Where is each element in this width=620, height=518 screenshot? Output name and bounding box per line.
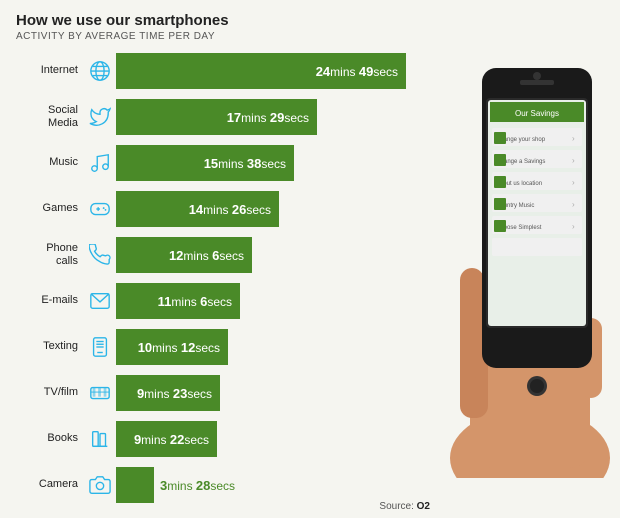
bar-value: 15mins 38secs	[204, 156, 286, 171]
bar: 9mins 23secs	[116, 375, 220, 411]
bar-icon	[84, 336, 116, 358]
svg-text:›: ›	[572, 134, 575, 143]
source-label: Source: O2	[379, 501, 430, 512]
bar-value: 24mins 49secs	[316, 64, 398, 79]
phone-image: Our Savings Change your shop Arrange a S…	[440, 38, 620, 478]
bar: 10mins 12secs	[116, 329, 228, 365]
bar-icon	[84, 382, 116, 404]
bar-label: Games	[16, 202, 84, 215]
svg-text:›: ›	[572, 178, 575, 187]
bar-icon	[84, 290, 116, 312]
bar: 14mins 26secs	[116, 191, 279, 227]
bar-label: Books	[16, 432, 84, 445]
bar: 3mins 28secs	[116, 467, 154, 503]
bar: 9mins 22secs	[116, 421, 217, 457]
source-value: O2	[417, 501, 430, 512]
bar: 12mins 6secs	[116, 237, 252, 273]
bar-icon	[84, 60, 116, 82]
bar-icon	[84, 244, 116, 266]
bar-value: 17mins 29secs	[227, 110, 309, 125]
bar-label: Phonecalls	[16, 242, 84, 268]
bar-label: Internet	[16, 64, 84, 77]
bar: 11mins 6secs	[116, 283, 240, 319]
bar-value: 9mins 23secs	[137, 386, 212, 401]
svg-text:›: ›	[572, 200, 575, 209]
bar-value: 14mins 26secs	[189, 202, 271, 217]
svg-text:Our Savings: Our Savings	[515, 109, 559, 118]
svg-text:›: ›	[572, 222, 575, 231]
bar-icon	[84, 152, 116, 174]
bar-icon	[84, 198, 116, 220]
bar-label: Camera	[16, 478, 84, 491]
bar-label: E-mails	[16, 294, 84, 307]
bar-value: 11mins 6secs	[158, 294, 232, 309]
bar-value: 9mins 22secs	[134, 432, 209, 447]
bar-label: Music	[16, 156, 84, 169]
bar-label: Texting	[16, 340, 84, 353]
bar: 24mins 49secs	[116, 53, 406, 89]
bar: 15mins 38secs	[116, 145, 294, 181]
svg-text:›: ›	[572, 156, 575, 165]
bar: 17mins 29secs	[116, 99, 317, 135]
bar-icon	[84, 428, 116, 450]
chart-container: How we use our smartphones ACTIVITY BY A…	[0, 0, 620, 518]
bar-icon	[84, 106, 116, 128]
bar-label: TV/film	[16, 386, 84, 399]
bar-value: 10mins 12secs	[138, 340, 220, 355]
bar-value: 12mins 6secs	[169, 248, 244, 263]
bar-label: SocialMedia	[16, 104, 84, 130]
main-title: How we use our smartphones	[16, 12, 604, 29]
bar-icon	[84, 474, 116, 496]
bar-value: 3mins 28secs	[160, 478, 235, 493]
